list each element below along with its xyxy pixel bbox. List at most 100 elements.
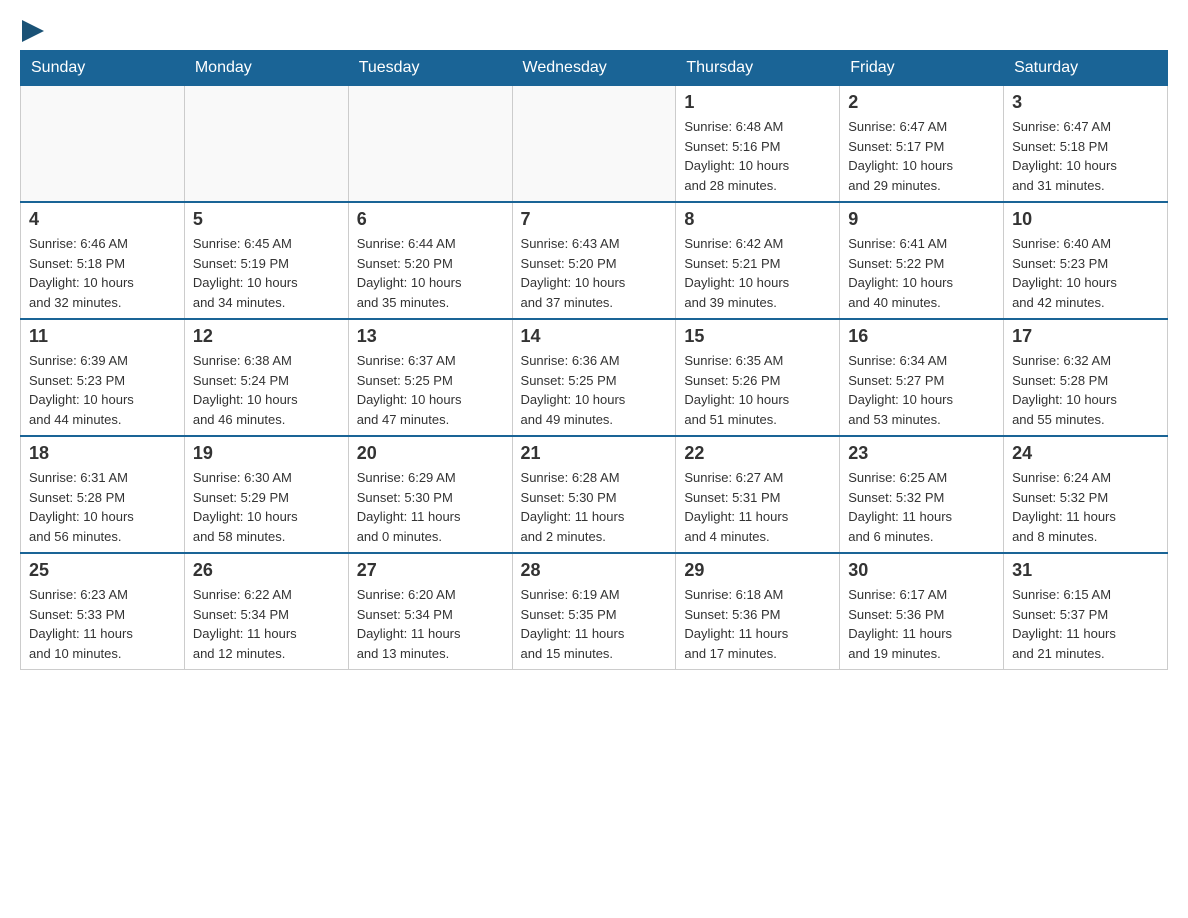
- day-number: 3: [1012, 92, 1159, 113]
- calendar-cell: 2 Sunrise: 6:47 AMSunset: 5:17 PMDaylight…: [840, 86, 1004, 203]
- calendar-table: SundayMondayTuesdayWednesdayThursdayFrid…: [20, 50, 1168, 670]
- day-number: 30: [848, 560, 995, 581]
- calendar-cell: 5 Sunrise: 6:45 AMSunset: 5:19 PMDaylight…: [184, 202, 348, 319]
- calendar-cell: [348, 86, 512, 203]
- day-info: Sunrise: 6:17 AMSunset: 5:36 PMDaylight:…: [848, 585, 995, 663]
- calendar-cell: 13 Sunrise: 6:37 AMSunset: 5:25 PMDayligh…: [348, 319, 512, 436]
- day-number: 25: [29, 560, 176, 581]
- calendar-cell: 17 Sunrise: 6:32 AMSunset: 5:28 PMDayligh…: [1004, 319, 1168, 436]
- day-info: Sunrise: 6:32 AMSunset: 5:28 PMDaylight:…: [1012, 351, 1159, 429]
- calendar-cell: [184, 86, 348, 203]
- calendar-cell: 25 Sunrise: 6:23 AMSunset: 5:33 PMDayligh…: [21, 553, 185, 670]
- calendar-cell: 6 Sunrise: 6:44 AMSunset: 5:20 PMDaylight…: [348, 202, 512, 319]
- calendar-cell: 31Sunrise: 6:15 AMSunset: 5:37 PMDayligh…: [1004, 553, 1168, 670]
- day-number: 15: [684, 326, 831, 347]
- logo-icon: [22, 20, 44, 42]
- calendar-cell: 3 Sunrise: 6:47 AMSunset: 5:18 PMDaylight…: [1004, 86, 1168, 203]
- day-info: Sunrise: 6:19 AMSunset: 5:35 PMDaylight:…: [521, 585, 668, 663]
- calendar-cell: 18 Sunrise: 6:31 AMSunset: 5:28 PMDayligh…: [21, 436, 185, 553]
- calendar-cell: 22Sunrise: 6:27 AMSunset: 5:31 PMDayligh…: [676, 436, 840, 553]
- day-number: 14: [521, 326, 668, 347]
- day-of-week-header: Thursday: [676, 51, 840, 86]
- calendar-cell: 1Sunrise: 6:48 AMSunset: 5:16 PMDaylight…: [676, 86, 840, 203]
- day-of-week-header: Friday: [840, 51, 1004, 86]
- calendar-cell: 23 Sunrise: 6:25 AMSunset: 5:32 PMDayligh…: [840, 436, 1004, 553]
- day-info: Sunrise: 6:29 AMSunset: 5:30 PMDaylight:…: [357, 468, 504, 546]
- day-info: Sunrise: 6:24 AMSunset: 5:32 PMDaylight:…: [1012, 468, 1159, 546]
- calendar-cell: 20 Sunrise: 6:29 AMSunset: 5:30 PMDayligh…: [348, 436, 512, 553]
- day-info: Sunrise: 6:47 AMSunset: 5:17 PMDaylight:…: [848, 117, 995, 195]
- day-number: 8: [684, 209, 831, 230]
- day-info: Sunrise: 6:40 AMSunset: 5:23 PMDaylight:…: [1012, 234, 1159, 312]
- day-number: 2: [848, 92, 995, 113]
- day-info: Sunrise: 6:36 AMSunset: 5:25 PMDaylight:…: [521, 351, 668, 429]
- calendar-cell: 29 Sunrise: 6:18 AMSunset: 5:36 PMDayligh…: [676, 553, 840, 670]
- day-of-week-header: Wednesday: [512, 51, 676, 86]
- calendar-cell: 28 Sunrise: 6:19 AMSunset: 5:35 PMDayligh…: [512, 553, 676, 670]
- day-of-week-header: Monday: [184, 51, 348, 86]
- day-number: 20: [357, 443, 504, 464]
- day-number: 1: [684, 92, 831, 113]
- day-number: 26: [193, 560, 340, 581]
- calendar-cell: 30 Sunrise: 6:17 AMSunset: 5:36 PMDayligh…: [840, 553, 1004, 670]
- calendar-cell: [21, 86, 185, 203]
- calendar-cell: 24 Sunrise: 6:24 AMSunset: 5:32 PMDayligh…: [1004, 436, 1168, 553]
- calendar-cell: 10Sunrise: 6:40 AMSunset: 5:23 PMDayligh…: [1004, 202, 1168, 319]
- calendar-cell: 19 Sunrise: 6:30 AMSunset: 5:29 PMDayligh…: [184, 436, 348, 553]
- day-info: Sunrise: 6:47 AMSunset: 5:18 PMDaylight:…: [1012, 117, 1159, 195]
- logo: [20, 20, 46, 40]
- day-number: 28: [521, 560, 668, 581]
- day-number: 23: [848, 443, 995, 464]
- day-number: 18: [29, 443, 176, 464]
- calendar-cell: 14 Sunrise: 6:36 AMSunset: 5:25 PMDayligh…: [512, 319, 676, 436]
- day-info: Sunrise: 6:30 AMSunset: 5:29 PMDaylight:…: [193, 468, 340, 546]
- day-number: 27: [357, 560, 504, 581]
- calendar-cell: [512, 86, 676, 203]
- calendar-cell: 7 Sunrise: 6:43 AMSunset: 5:20 PMDaylight…: [512, 202, 676, 319]
- calendar-week-row: 18 Sunrise: 6:31 AMSunset: 5:28 PMDayligh…: [21, 436, 1168, 553]
- day-number: 22: [684, 443, 831, 464]
- day-number: 7: [521, 209, 668, 230]
- day-info: Sunrise: 6:23 AMSunset: 5:33 PMDaylight:…: [29, 585, 176, 663]
- day-info: Sunrise: 6:46 AMSunset: 5:18 PMDaylight:…: [29, 234, 176, 312]
- day-info: Sunrise: 6:22 AMSunset: 5:34 PMDaylight:…: [193, 585, 340, 663]
- calendar-week-row: 1Sunrise: 6:48 AMSunset: 5:16 PMDaylight…: [21, 86, 1168, 203]
- day-info: Sunrise: 6:20 AMSunset: 5:34 PMDaylight:…: [357, 585, 504, 663]
- day-info: Sunrise: 6:45 AMSunset: 5:19 PMDaylight:…: [193, 234, 340, 312]
- calendar-cell: 26 Sunrise: 6:22 AMSunset: 5:34 PMDayligh…: [184, 553, 348, 670]
- day-info: Sunrise: 6:44 AMSunset: 5:20 PMDaylight:…: [357, 234, 504, 312]
- day-of-week-header: Sunday: [21, 51, 185, 86]
- calendar-cell: 8 Sunrise: 6:42 AMSunset: 5:21 PMDaylight…: [676, 202, 840, 319]
- day-info: Sunrise: 6:35 AMSunset: 5:26 PMDaylight:…: [684, 351, 831, 429]
- day-info: Sunrise: 6:41 AMSunset: 5:22 PMDaylight:…: [848, 234, 995, 312]
- day-number: 5: [193, 209, 340, 230]
- day-info: Sunrise: 6:18 AMSunset: 5:36 PMDaylight:…: [684, 585, 831, 663]
- calendar-cell: 11 Sunrise: 6:39 AMSunset: 5:23 PMDayligh…: [21, 319, 185, 436]
- day-number: 17: [1012, 326, 1159, 347]
- calendar-cell: 15 Sunrise: 6:35 AMSunset: 5:26 PMDayligh…: [676, 319, 840, 436]
- day-info: Sunrise: 6:31 AMSunset: 5:28 PMDaylight:…: [29, 468, 176, 546]
- day-of-week-header: Saturday: [1004, 51, 1168, 86]
- day-number: 6: [357, 209, 504, 230]
- calendar-week-row: 4 Sunrise: 6:46 AMSunset: 5:18 PMDaylight…: [21, 202, 1168, 319]
- day-info: Sunrise: 6:43 AMSunset: 5:20 PMDaylight:…: [521, 234, 668, 312]
- day-info: Sunrise: 6:38 AMSunset: 5:24 PMDaylight:…: [193, 351, 340, 429]
- calendar-cell: 16Sunrise: 6:34 AMSunset: 5:27 PMDayligh…: [840, 319, 1004, 436]
- day-info: Sunrise: 6:37 AMSunset: 5:25 PMDaylight:…: [357, 351, 504, 429]
- day-number: 11: [29, 326, 176, 347]
- day-info: Sunrise: 6:39 AMSunset: 5:23 PMDaylight:…: [29, 351, 176, 429]
- calendar-cell: 21Sunrise: 6:28 AMSunset: 5:30 PMDayligh…: [512, 436, 676, 553]
- day-number: 19: [193, 443, 340, 464]
- day-number: 12: [193, 326, 340, 347]
- day-info: Sunrise: 6:25 AMSunset: 5:32 PMDaylight:…: [848, 468, 995, 546]
- day-info: Sunrise: 6:42 AMSunset: 5:21 PMDaylight:…: [684, 234, 831, 312]
- calendar-cell: 12 Sunrise: 6:38 AMSunset: 5:24 PMDayligh…: [184, 319, 348, 436]
- day-number: 4: [29, 209, 176, 230]
- day-info: Sunrise: 6:34 AMSunset: 5:27 PMDaylight:…: [848, 351, 995, 429]
- day-number: 24: [1012, 443, 1159, 464]
- day-number: 13: [357, 326, 504, 347]
- day-number: 29: [684, 560, 831, 581]
- calendar-cell: 27 Sunrise: 6:20 AMSunset: 5:34 PMDayligh…: [348, 553, 512, 670]
- day-info: Sunrise: 6:15 AMSunset: 5:37 PMDaylight:…: [1012, 585, 1159, 663]
- day-of-week-header: Tuesday: [348, 51, 512, 86]
